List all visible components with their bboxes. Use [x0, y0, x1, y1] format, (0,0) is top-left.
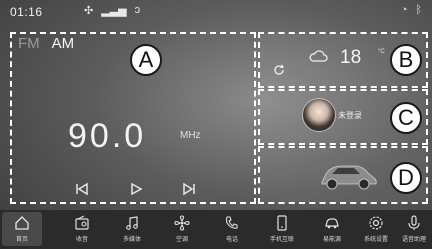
car-infotainment-screen: 01:16 ✣ ▂▃▅ ↄ ◔ ᛒ FM AM 90.0 MHz 18 °C 未…: [0, 0, 432, 249]
dock-label: 首页: [15, 237, 28, 243]
dock-label: 语音助理: [401, 237, 426, 243]
marker-c: C: [390, 102, 422, 134]
dock-settings[interactable]: 系统设置: [356, 212, 396, 246]
dock-home[interactable]: 首页: [2, 212, 42, 246]
music-icon: [126, 216, 138, 230]
fan-icon: ✣: [84, 5, 94, 17]
fan-icon: [174, 215, 190, 231]
status-time: 01:16: [10, 5, 43, 19]
marker-d: D: [390, 162, 422, 194]
dock-voice[interactable]: 语音助理: [394, 212, 432, 246]
dock-phone[interactable]: 电话: [212, 212, 252, 246]
usb-icon: ↄ: [134, 4, 141, 16]
dock-label: 空调: [175, 237, 188, 243]
dock-label: 系统设置: [363, 237, 388, 243]
radio-icon: [75, 215, 89, 230]
status-bar: 01:16 ✣ ▂▃▅ ↄ ◔ ᛒ: [0, 0, 432, 24]
microphone-icon: [408, 215, 420, 230]
dock-energy[interactable]: 易能源: [312, 212, 352, 246]
bluetooth-icon: ᛒ: [415, 4, 422, 16]
settings-icon: [369, 216, 383, 230]
dock-label: 易能源: [322, 237, 341, 243]
phone-link-icon: [277, 215, 287, 231]
status-right-icons: ◔ ᛒ: [401, 4, 422, 16]
dock-radio[interactable]: 收音: [62, 212, 102, 246]
home-icon: [15, 216, 29, 230]
dock-label: 电话: [225, 237, 238, 243]
dock-media[interactable]: 多媒体: [112, 212, 152, 246]
signal-icon: ▂▃▅: [101, 5, 127, 17]
dock-label: 多媒体: [122, 237, 141, 243]
phone-icon: [225, 216, 238, 229]
wifi-icon: ◔: [400, 4, 408, 16]
status-icons: ✣ ▂▃▅ ↄ: [84, 4, 140, 17]
dock-phone-link[interactable]: 手机互联: [262, 212, 302, 246]
car-icon: [325, 218, 339, 229]
dock-label: 收音: [75, 237, 88, 243]
marker-a: A: [130, 44, 162, 76]
bottom-dock: 首页 收音 多媒体 空调 电话 手机互联 易能源 系统设置 语音助理: [0, 210, 432, 249]
dock-climate[interactable]: 空调: [162, 212, 202, 246]
marker-b: B: [390, 44, 422, 76]
dock-label: 手机互联: [269, 237, 294, 243]
